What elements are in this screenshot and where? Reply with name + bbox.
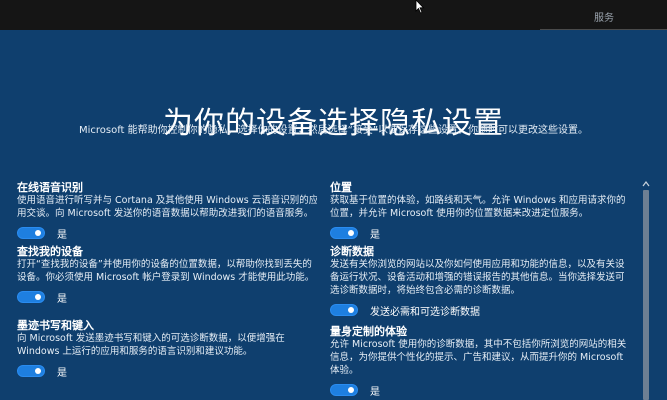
toggle-label: 发送必需和可选诊断数据 (370, 306, 480, 318)
service-tab-label: 服务 (594, 13, 614, 24)
setting-name: 在线语音识别 (17, 181, 83, 194)
top-bar: 服务 (0, 0, 667, 30)
service-tab[interactable]: 服务 (540, 0, 667, 30)
setting-online-speech-recognition: 在线语音识别 使用语音进行听写并与 Cortana 及其他使用 Windows … (17, 181, 317, 245)
setting-desc-line: 体验。 (330, 365, 359, 376)
toggle-knob (35, 368, 41, 374)
setting-tailored-experiences: 量身定制的体验 允许 Microsoft 使用你的诊断数据，其中不包括你所浏览的… (330, 325, 628, 399)
settings-column-right: 位置 获取基于位置的体验，如路线和天气。允许 Windows 和应用请求你的 位… (330, 181, 628, 399)
toggle-label: 是 (57, 367, 67, 379)
toggle-knob (35, 230, 41, 236)
toggle-label: 是 (57, 293, 67, 305)
setting-desc-line: 允许 Microsoft 使用你的诊断数据，其中不包括你所浏览的网站的相关 (330, 339, 627, 350)
toggle-row: 是 (17, 288, 317, 306)
setting-desc-line: 获取基于位置的体验，如路线和天气。允许 Windows 和应用请求你的 (330, 195, 626, 206)
setting-desc-line: Windows 上运行的应用和服务的语言识别和建议功能。 (17, 346, 253, 357)
setting-desc-line: 使用语音进行听写并与 Cortana 及其他使用 Windows 云语音识别的应 (17, 195, 317, 206)
setting-desc-line: 向 Microsoft 发送墨迹书写和键入的可选诊断数据，以便增强在 (17, 333, 285, 344)
setting-desc-line: 打开“查找我的设备”并使用你的设备的位置数据，以帮助你找到丢失的 (17, 259, 312, 270)
mouse-pointer-icon (415, 0, 425, 14)
toggle-knob (348, 307, 354, 313)
setting-find-my-device: 查找我的设备 打开“查找我的设备”并使用你的设备的位置数据，以帮助你找到丢失的 … (17, 245, 317, 319)
toggle-knob (348, 230, 354, 236)
setting-desc-line: 信息，为你提供个性化的提示、广告和建议，从而提升你的 Microsoft (330, 352, 624, 363)
location-toggle[interactable] (330, 227, 358, 239)
setting-name: 墨迹书写和键入 (17, 319, 94, 332)
page-subtitle: Microsoft 能帮助你控制你的隐私。选择你的设置，然后选择“接受”以便保存… (78, 125, 589, 136)
scrollbar-thumb[interactable] (643, 190, 649, 400)
toggle-row: 发送必需和可选诊断数据 (330, 301, 628, 319)
toggle-row: 是 (17, 362, 317, 380)
setting-location: 位置 获取基于位置的体验，如路线和天气。允许 Windows 和应用请求你的 位… (330, 181, 628, 245)
chevron-up-icon[interactable] (642, 180, 650, 188)
setting-name: 位置 (330, 181, 352, 194)
toggle-label: 是 (370, 229, 380, 241)
find-device-toggle[interactable] (17, 291, 45, 303)
speech-toggle[interactable] (17, 227, 45, 239)
inking-toggle[interactable] (17, 365, 45, 377)
setting-desc-line: 位置，并允许 Microsoft 使用你的位置数据来改进定位服务。 (330, 208, 589, 219)
toggle-knob (348, 387, 354, 393)
setting-desc-line: 选诊断数据时，将始终包含必需的诊断数据。 (330, 285, 521, 296)
setting-name: 查找我的设备 (17, 245, 83, 258)
setting-inking-typing: 墨迹书写和键入 向 Microsoft 发送墨迹书写和键入的可选诊断数据，以便增… (17, 319, 317, 380)
setting-diagnostic-data: 诊断数据 发送有关你浏览的网站以及你如何使用应用和功能的信息，以及有关设 备运行… (330, 245, 628, 325)
scrollbar[interactable] (641, 180, 651, 400)
setting-desc-line: 发送有关你浏览的网站以及你如何使用应用和功能的信息，以及有关设 (330, 259, 625, 270)
toggle-knob (35, 294, 41, 300)
diagnostic-toggle[interactable] (330, 304, 358, 316)
setting-desc-line: 备运行状况、设备活动和增强的错误报告的其他信息。当你选择发送可 (330, 272, 625, 283)
toggle-label: 是 (57, 229, 67, 241)
setting-desc-line: 设备。你必须使用 Microsoft 帐户登录到 Windows 才能使用此功能… (17, 272, 315, 283)
toggle-row: 是 (330, 381, 628, 399)
setting-name: 诊断数据 (330, 245, 374, 258)
setting-desc-line: 用交谈。向 Microsoft 发送你的语音数据以帮助改进我们的语音服务。 (17, 208, 314, 219)
setting-name: 量身定制的体验 (330, 325, 407, 338)
toggle-label: 是 (370, 386, 380, 398)
tailored-toggle[interactable] (330, 384, 358, 396)
toggle-row: 是 (330, 224, 628, 242)
toggle-row: 是 (17, 224, 317, 242)
settings-column-left: 在线语音识别 使用语音进行听写并与 Cortana 及其他使用 Windows … (17, 181, 317, 380)
